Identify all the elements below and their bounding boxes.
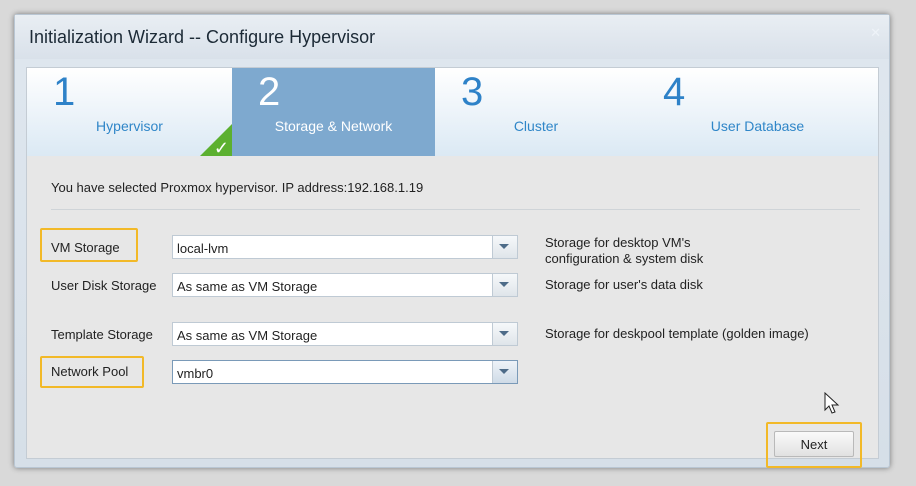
step-hypervisor[interactable]: 1 Hypervisor ✓ [27, 68, 233, 158]
step-label: Storage & Network [274, 118, 393, 134]
step-storage-network[interactable]: 2 Storage & Network [232, 68, 436, 156]
vm-storage-hint: Storage for desktop VM's configuration &… [545, 235, 703, 267]
user-disk-storage-select[interactable]: As same as VM Storage [172, 273, 518, 297]
close-icon[interactable]: ✕ [870, 25, 881, 41]
step-label: User Database [710, 118, 805, 134]
network-pool-select[interactable]: vmbr0 [172, 360, 518, 384]
template-storage-select[interactable]: As same as VM Storage [172, 322, 518, 346]
vm-storage-hint-line1: Storage for desktop VM's [545, 235, 691, 250]
template-storage-value: As same as VM Storage [177, 328, 318, 343]
wizard-window: Initialization Wizard -- Configure Hyper… [14, 14, 890, 468]
window-title: Initialization Wizard -- Configure Hyper… [29, 27, 376, 47]
wizard-body: 1 Hypervisor ✓ 2 Storage & Network 3 Clu… [26, 67, 879, 468]
chevron-down-icon[interactable] [492, 323, 517, 345]
step-number: 2 [258, 70, 281, 114]
selected-hypervisor-info: You have selected Proxmox hypervisor. IP… [51, 180, 424, 195]
vm-storage-select[interactable]: local-lvm [172, 235, 518, 259]
user-disk-storage-hint: Storage for user's data disk [545, 277, 703, 292]
step-label: Cluster [513, 118, 559, 134]
checkmark-icon: ✓ [213, 138, 229, 158]
mouse-pointer-icon [824, 392, 840, 414]
network-pool-label: Network Pool [51, 364, 129, 379]
template-storage-label: Template Storage [51, 327, 153, 342]
vm-storage-value: local-lvm [177, 241, 229, 256]
user-disk-storage-value: As same as VM Storage [177, 279, 318, 294]
chevron-down-icon[interactable] [492, 361, 517, 383]
chevron-down-icon[interactable] [492, 236, 517, 258]
divider [51, 209, 860, 210]
wizard-steps: 1 Hypervisor ✓ 2 Storage & Network 3 Clu… [27, 68, 878, 158]
network-pool-value: vmbr0 [177, 366, 214, 381]
next-button[interactable]: Next [774, 431, 854, 457]
vm-storage-label: VM Storage [51, 240, 120, 255]
template-storage-hint: Storage for deskpool template (golden im… [545, 326, 809, 341]
chevron-down-icon[interactable] [492, 274, 517, 296]
step-number: 3 [461, 70, 484, 114]
title-bar: Initialization Wizard -- Configure Hyper… [15, 15, 889, 59]
step-number: 4 [663, 70, 686, 114]
step-user-database[interactable]: 4 User Database [637, 68, 878, 156]
vm-storage-hint-line2: configuration & system disk [545, 251, 704, 266]
step-number: 1 [53, 70, 76, 114]
user-disk-storage-label: User Disk Storage [51, 278, 157, 293]
step-cluster[interactable]: 3 Cluster [435, 68, 638, 156]
